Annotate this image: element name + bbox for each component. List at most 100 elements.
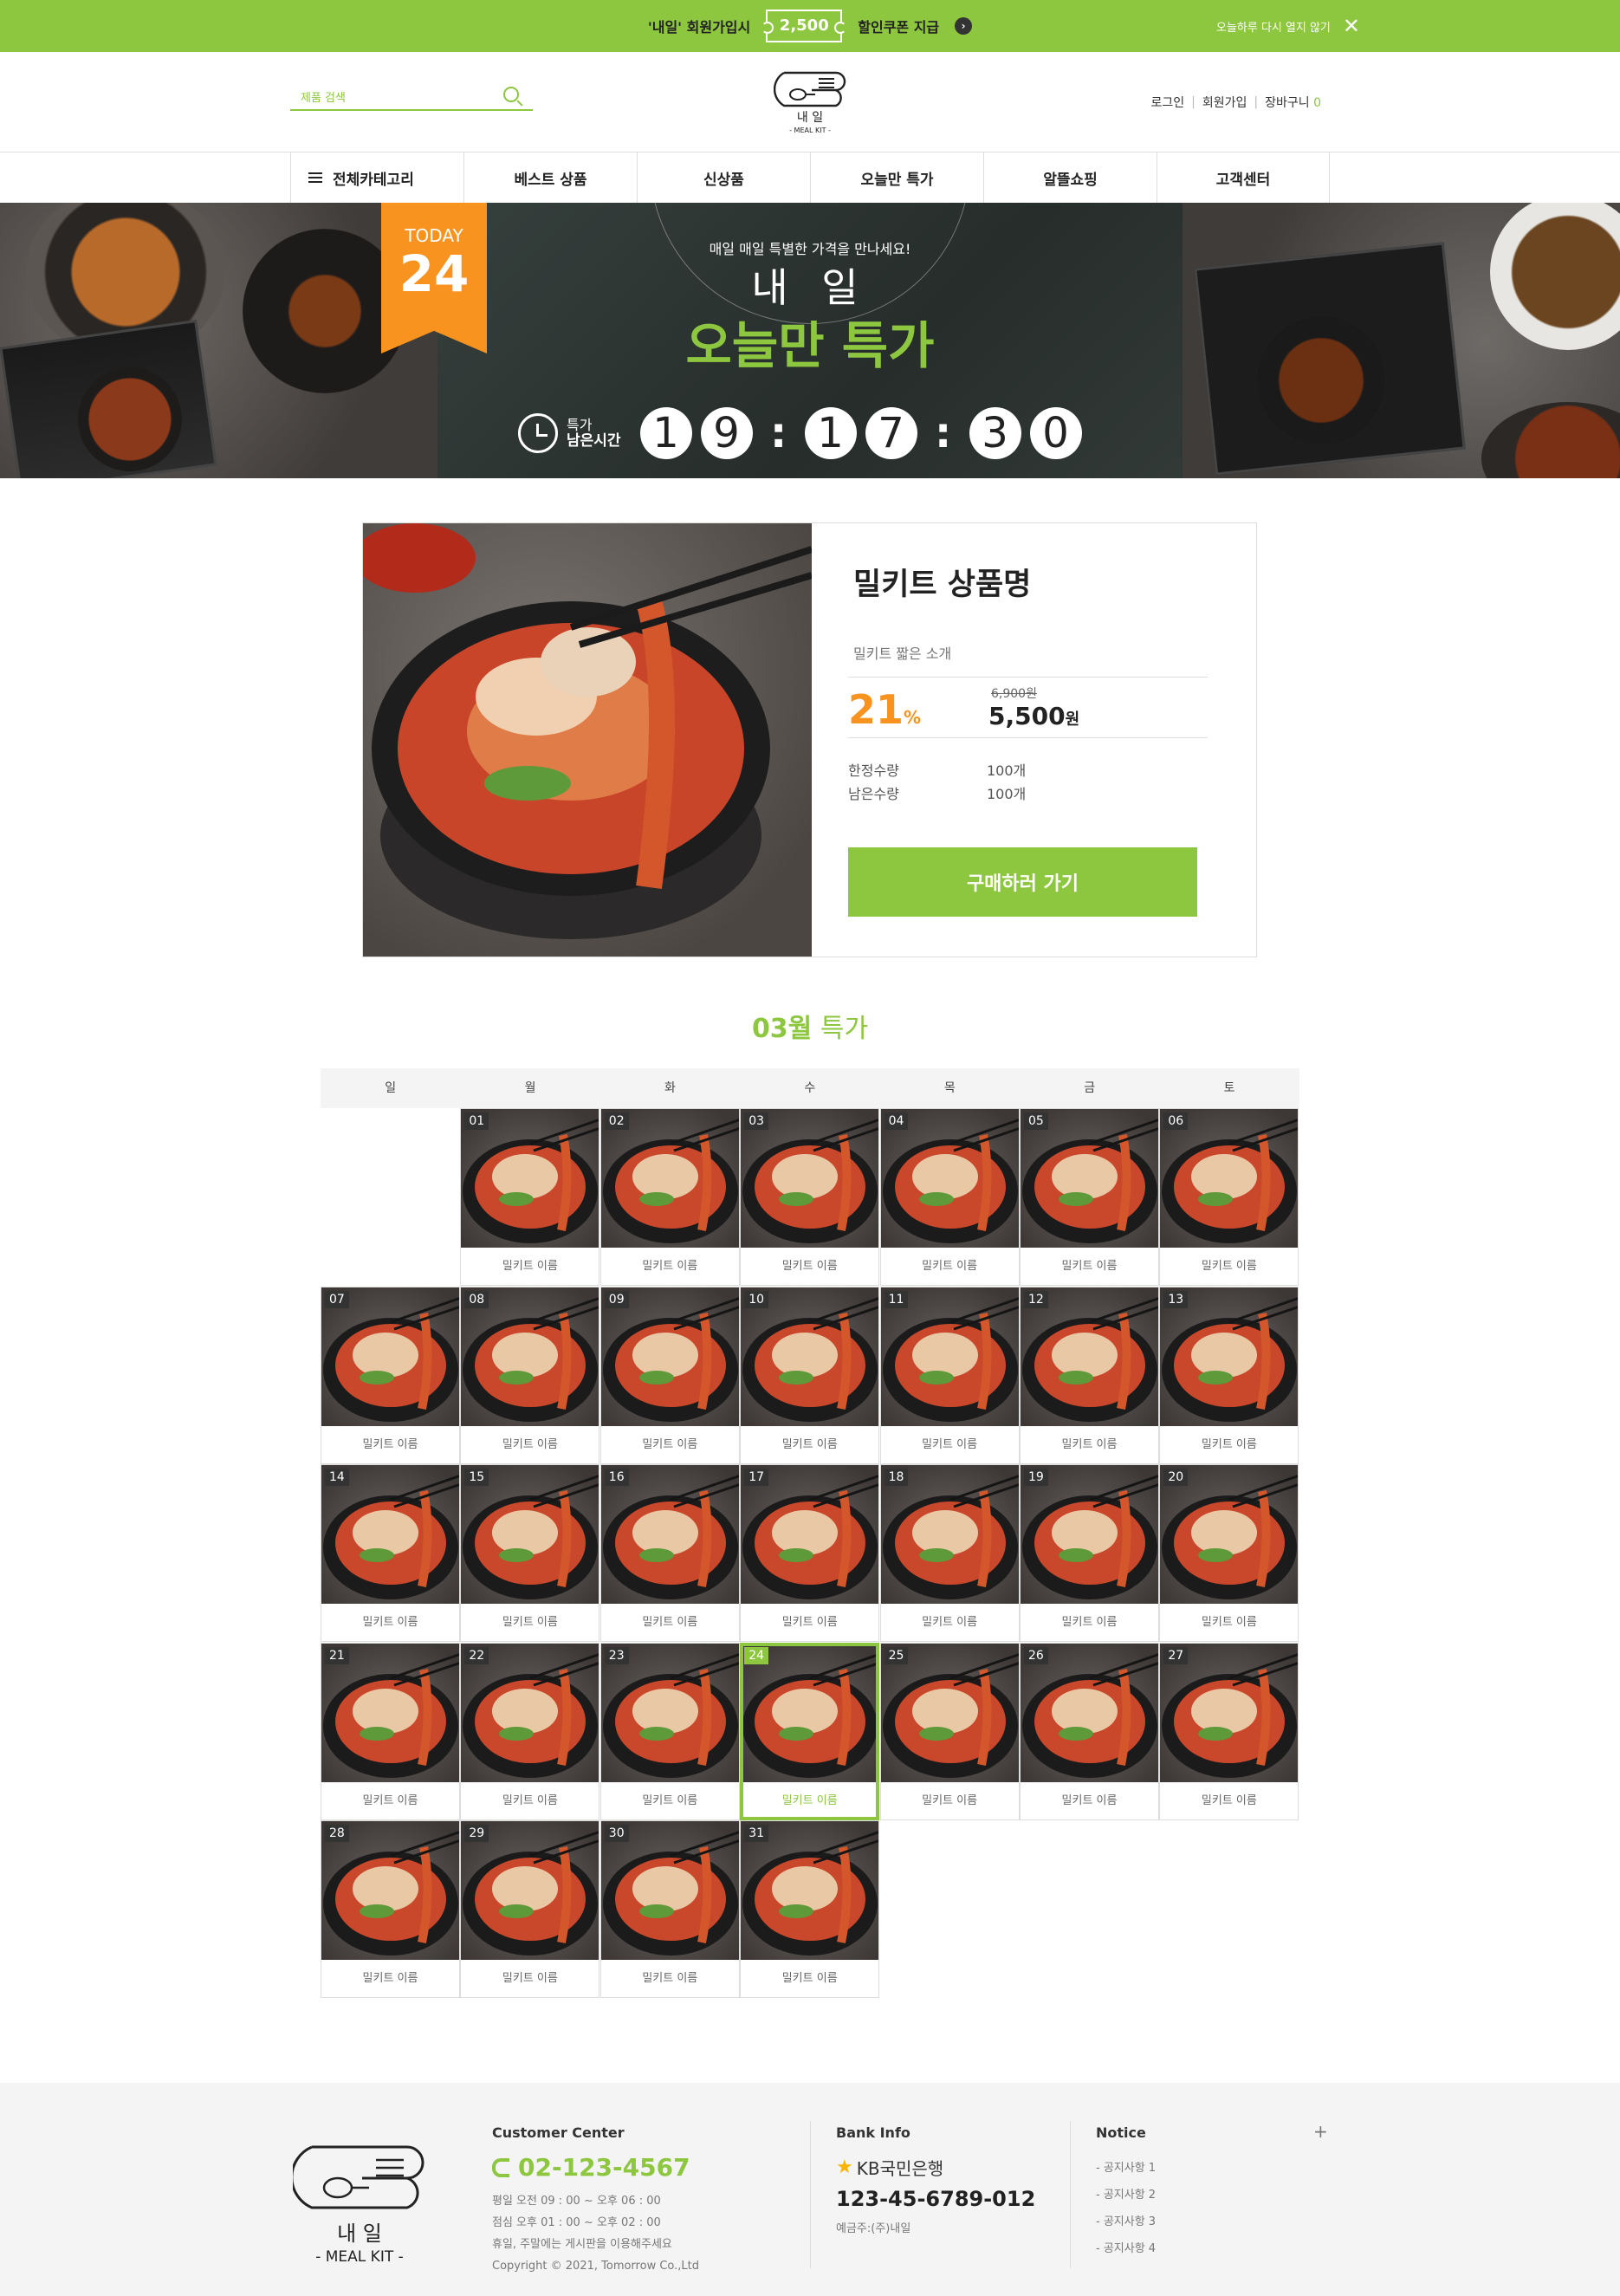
calendar-day-cell[interactable]: 15 밀키트 이름 (460, 1464, 600, 1643)
meal-kit-name[interactable]: 밀키트 이름 (1021, 1612, 1158, 1629)
meal-kit-thumbnail[interactable] (600, 1465, 739, 1605)
meal-kit-thumbnail[interactable] (1160, 1465, 1299, 1605)
meal-kit-thumbnail[interactable] (321, 1821, 459, 1961)
notice-item[interactable]: - 공지사항 2 (1096, 2182, 1156, 2208)
calendar-day-cell[interactable]: 12 밀키트 이름 (1020, 1286, 1159, 1464)
footer-logo[interactable]: 내 일 - MEAL KIT - (290, 2140, 426, 2268)
meal-kit-name[interactable]: 밀키트 이름 (461, 1435, 599, 1451)
meal-kit-name[interactable]: 밀키트 이름 (1021, 1435, 1158, 1451)
meal-kit-name[interactable]: 밀키트 이름 (321, 1791, 459, 1807)
calendar-day-cell[interactable]: 08 밀키트 이름 (460, 1286, 600, 1464)
meal-kit-thumbnail[interactable] (461, 1465, 599, 1605)
meal-kit-name[interactable]: 밀키트 이름 (601, 1435, 739, 1451)
meal-kit-name[interactable]: 밀키트 이름 (741, 1256, 878, 1273)
calendar-day-cell[interactable]: 25 밀키트 이름 (879, 1642, 1020, 1820)
calendar-day-cell[interactable]: 20 밀키트 이름 (1159, 1464, 1299, 1643)
notice-more-plus-icon[interactable]: + (1313, 2121, 1328, 2142)
join-link[interactable]: 회원가입 (1202, 94, 1247, 111)
meal-kit-thumbnail[interactable] (321, 1287, 459, 1426)
meal-kit-name[interactable]: 밀키트 이름 (741, 1612, 878, 1629)
cart-link[interactable]: 장바구니 0 (1265, 94, 1321, 111)
calendar-day-cell[interactable]: 28 밀키트 이름 (321, 1820, 460, 1999)
meal-kit-name[interactable]: 밀키트 이름 (881, 1435, 1019, 1451)
meal-kit-name[interactable]: 밀키트 이름 (601, 1612, 739, 1629)
calendar-day-cell[interactable]: 23 밀키트 이름 (599, 1642, 740, 1820)
meal-kit-thumbnail[interactable] (600, 1109, 739, 1248)
calendar-day-cell[interactable]: 31 밀키트 이름 (740, 1820, 880, 1999)
meal-kit-name[interactable]: 밀키트 이름 (1160, 1435, 1298, 1451)
meal-kit-thumbnail[interactable] (321, 1643, 459, 1782)
meal-kit-thumbnail[interactable] (1160, 1643, 1299, 1782)
meal-kit-thumbnail[interactable] (1160, 1287, 1299, 1426)
meal-kit-thumbnail[interactable] (1021, 1465, 1158, 1605)
meal-kit-thumbnail[interactable] (1021, 1643, 1158, 1782)
nav-bargain[interactable]: 알뜰쇼핑 (983, 152, 1157, 203)
meal-kit-thumbnail[interactable] (461, 1287, 599, 1426)
close-promo-link[interactable]: 오늘하루 다시 열지 않기 ✕ (1216, 0, 1360, 52)
meal-kit-name[interactable]: 밀키트 이름 (461, 1968, 599, 1985)
arrow-right-icon[interactable]: › (955, 17, 973, 35)
calendar-day-cell[interactable]: 17 밀키트 이름 (740, 1464, 880, 1643)
calendar-day-cell[interactable]: 24 밀키트 이름 (740, 1642, 880, 1820)
meal-kit-name[interactable]: 밀키트 이름 (743, 1791, 876, 1807)
calendar-day-cell[interactable]: 16 밀키트 이름 (599, 1464, 740, 1643)
meal-kit-name[interactable]: 밀키트 이름 (321, 1968, 459, 1985)
calendar-day-cell[interactable]: 07 밀키트 이름 (321, 1286, 460, 1464)
search-icon[interactable] (503, 87, 519, 102)
meal-kit-thumbnail[interactable] (600, 1643, 739, 1782)
close-icon[interactable]: ✕ (1343, 14, 1360, 38)
notice-item[interactable]: - 공지사항 3 (1096, 2208, 1156, 2235)
meal-kit-thumbnail[interactable] (741, 1821, 879, 1961)
calendar-day-cell[interactable]: 29 밀키트 이름 (460, 1820, 600, 1999)
calendar-day-cell[interactable]: 30 밀키트 이름 (599, 1820, 740, 1999)
meal-kit-thumbnail[interactable] (741, 1287, 879, 1426)
menu-icon[interactable] (308, 172, 322, 183)
meal-kit-name[interactable]: 밀키트 이름 (1160, 1256, 1298, 1273)
meal-kit-thumbnail[interactable] (321, 1465, 459, 1605)
nav-customer-center[interactable]: 고객센터 (1157, 152, 1330, 203)
meal-kit-name[interactable]: 밀키트 이름 (321, 1435, 459, 1451)
login-link[interactable]: 로그인 (1150, 94, 1184, 111)
nav-label[interactable]: 전체카테고리 (333, 167, 414, 189)
calendar-day-cell[interactable]: 03 밀키트 이름 (740, 1108, 880, 1286)
buy-button[interactable]: 구매하러 가기 (848, 847, 1197, 917)
meal-kit-thumbnail[interactable] (461, 1643, 599, 1782)
site-logo[interactable]: 내 일 - MEAL KIT - (773, 68, 846, 135)
meal-kit-thumbnail[interactable] (880, 1643, 1019, 1782)
close-promo-text[interactable]: 오늘하루 다시 열지 않기 (1216, 18, 1331, 35)
meal-kit-thumbnail[interactable] (600, 1287, 739, 1426)
calendar-day-cell[interactable]: 19 밀키트 이름 (1020, 1464, 1159, 1643)
nav-best[interactable]: 베스트 상품 (463, 152, 637, 203)
nav-new[interactable]: 신상품 (637, 152, 810, 203)
calendar-day-cell[interactable]: 22 밀키트 이름 (460, 1642, 600, 1820)
calendar-day-cell[interactable]: 05 밀키트 이름 (1020, 1108, 1159, 1286)
meal-kit-thumbnail[interactable] (741, 1109, 879, 1248)
nav-all-categories[interactable]: 전체카테고리 (290, 152, 463, 203)
calendar-day-cell[interactable]: 09 밀키트 이름 (599, 1286, 740, 1464)
calendar-day-cell[interactable]: 14 밀키트 이름 (321, 1464, 460, 1643)
meal-kit-thumbnail[interactable] (600, 1821, 739, 1961)
meal-kit-name[interactable]: 밀키트 이름 (601, 1791, 739, 1807)
meal-kit-name[interactable]: 밀키트 이름 (1160, 1791, 1298, 1807)
meal-kit-name[interactable]: 밀키트 이름 (881, 1256, 1019, 1273)
meal-kit-name[interactable]: 밀키트 이름 (321, 1612, 459, 1629)
calendar-day-cell[interactable]: 01 밀키트 이름 (460, 1108, 600, 1286)
calendar-day-cell[interactable]: 10 밀키트 이름 (740, 1286, 880, 1464)
meal-kit-name[interactable]: 밀키트 이름 (1021, 1256, 1158, 1273)
calendar-day-cell[interactable]: 06 밀키트 이름 (1159, 1108, 1299, 1286)
calendar-day-cell[interactable]: 18 밀키트 이름 (879, 1464, 1020, 1643)
deal-product-image[interactable] (363, 523, 812, 957)
meal-kit-name[interactable]: 밀키트 이름 (741, 1435, 878, 1451)
search-box[interactable]: 제품 검색 (290, 83, 533, 111)
cs-phone[interactable]: 02-123-4567 (492, 2153, 699, 2182)
cart-label[interactable]: 장바구니 (1265, 96, 1310, 110)
cs-phone-number[interactable]: 02-123-4567 (518, 2153, 690, 2182)
calendar-day-cell[interactable]: 21 밀키트 이름 (321, 1642, 460, 1820)
meal-kit-thumbnail[interactable] (880, 1465, 1019, 1605)
calendar-day-cell[interactable]: 27 밀키트 이름 (1159, 1642, 1299, 1820)
meal-kit-name[interactable]: 밀키트 이름 (1021, 1791, 1158, 1807)
promo-message[interactable]: '내일' 회원가입시 2,500 할인쿠폰 지급 › (0, 0, 1620, 52)
meal-kit-name[interactable]: 밀키트 이름 (461, 1791, 599, 1807)
calendar-day-cell[interactable]: 11 밀키트 이름 (879, 1286, 1020, 1464)
meal-kit-thumbnail[interactable] (880, 1109, 1019, 1248)
